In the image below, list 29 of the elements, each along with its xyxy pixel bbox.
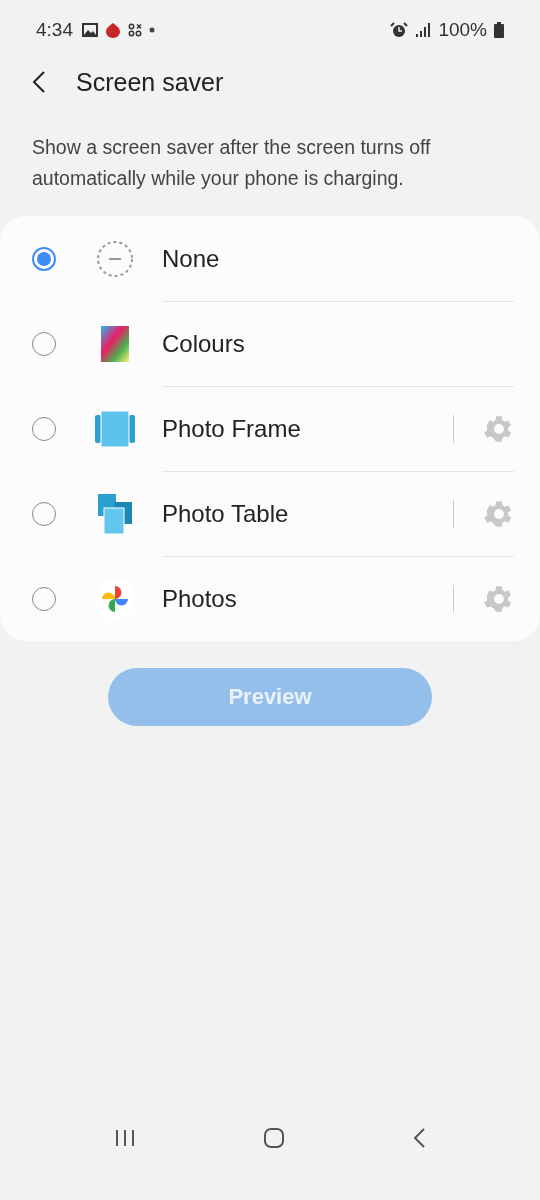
page-title: Screen saver	[76, 67, 224, 97]
option-row[interactable]: Photo Frame	[0, 386, 540, 471]
option-label: Photo Frame	[162, 414, 302, 443]
option-label: Photo Table	[162, 499, 290, 528]
photo-frame-icon	[95, 410, 135, 447]
dot-icon	[149, 27, 155, 33]
option-row[interactable]: Colours	[0, 301, 540, 386]
option-row[interactable]: Photo Table	[0, 471, 540, 556]
option-row[interactable]: None	[0, 216, 540, 301]
alarm-icon	[390, 22, 409, 38]
option-label: Colours	[162, 329, 246, 358]
image-icon	[82, 23, 98, 37]
grid-icon	[128, 23, 142, 37]
signal-icon	[415, 22, 432, 38]
dashed-circle-icon	[96, 239, 134, 278]
option-label: None	[162, 244, 221, 273]
back-icon[interactable]	[32, 70, 46, 94]
description-text: Show a screen saver after the screen turns off automatically while your phone is charging.	[32, 135, 432, 191]
stacked-photos-icon	[98, 493, 132, 534]
option-row[interactable]: Photos	[0, 556, 540, 641]
clock-time: 4:34	[36, 19, 73, 41]
gradient-icon	[101, 325, 129, 362]
recent-apps-icon[interactable]	[113, 1129, 136, 1147]
option-label: Photos	[162, 584, 238, 613]
radio-button[interactable]	[32, 246, 56, 271]
home-icon[interactable]	[263, 1127, 285, 1149]
back-nav-icon[interactable]	[412, 1128, 427, 1148]
battery-icon	[494, 22, 504, 38]
battery-percentage: 100%	[438, 19, 487, 41]
